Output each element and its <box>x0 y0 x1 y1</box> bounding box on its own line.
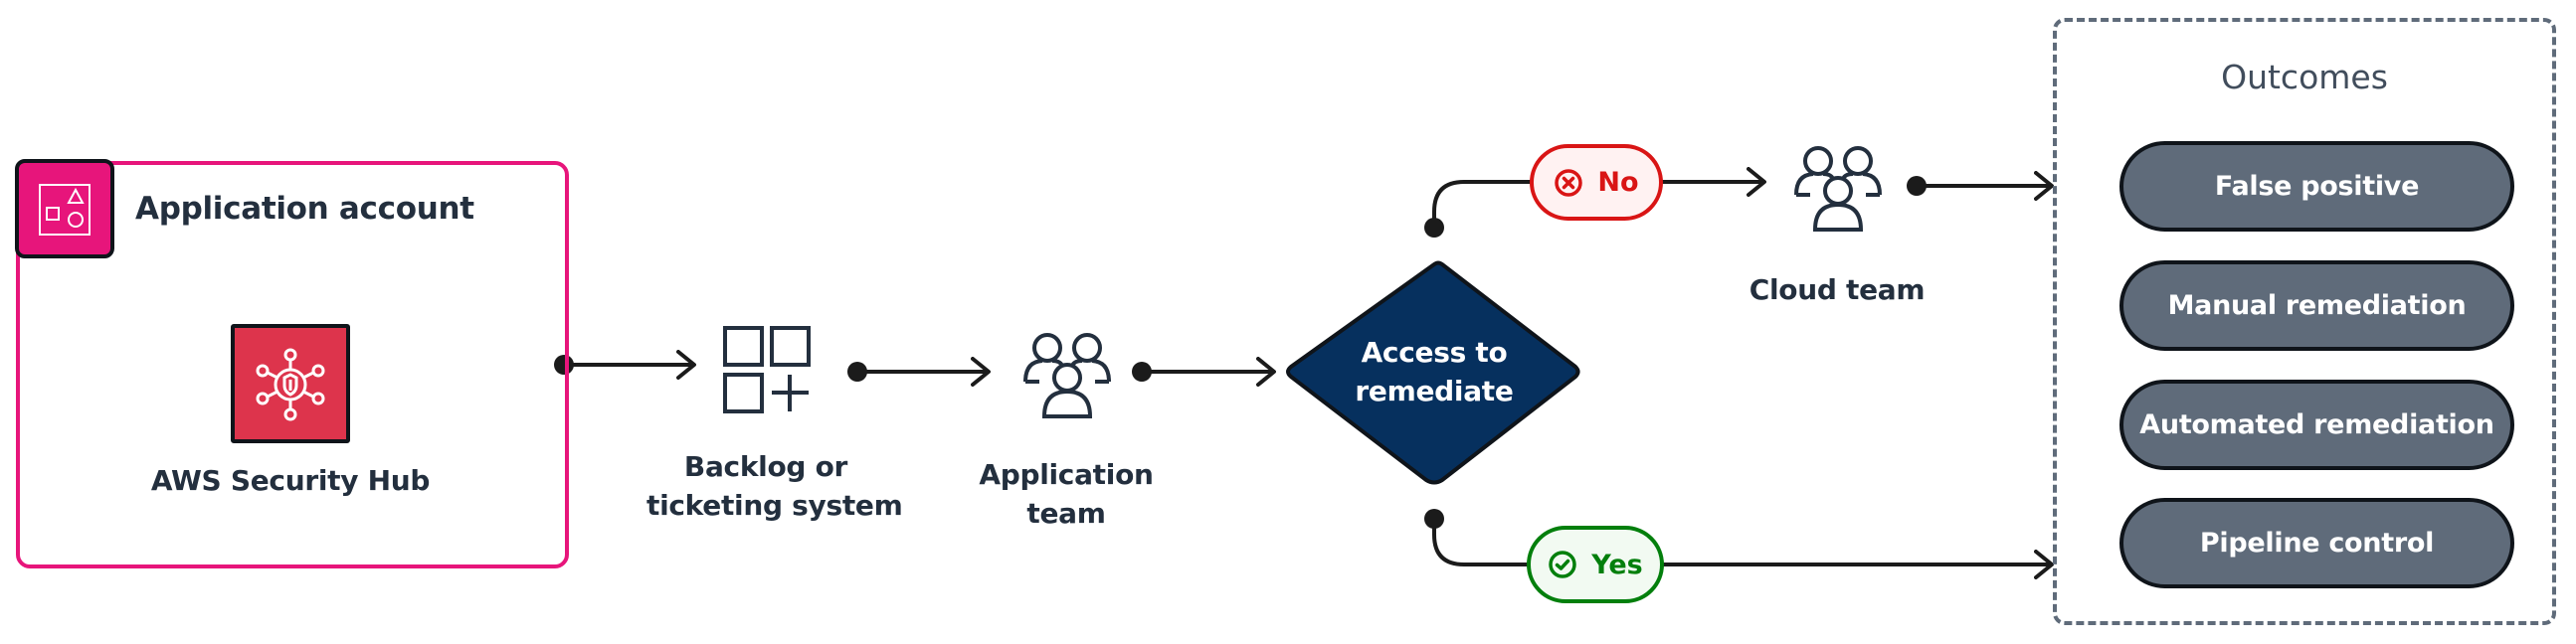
application-team-label-line1: Application <box>979 458 1154 491</box>
security-hub-icon <box>231 324 350 443</box>
outcome-automated-remediation: Automated remediation <box>2119 380 2514 470</box>
backlog-grid-icon <box>723 326 811 413</box>
connector-decision-yes <box>1424 509 2054 579</box>
outcome-pipeline-control: Pipeline control <box>2119 498 2514 588</box>
yes-branch-badge: Yes <box>1527 526 1664 603</box>
connector-backlog-to-app-team <box>847 357 991 387</box>
application-team-icon <box>1022 332 1112 419</box>
check-circle-icon <box>1549 551 1577 578</box>
outcomes-title: Outcomes <box>2221 58 2388 96</box>
no-branch-badge: No <box>1530 144 1663 221</box>
backlog-label-line2: ticketing system <box>646 489 903 522</box>
no-branch-label: No <box>1597 167 1639 198</box>
decision-label-line2: remediate <box>1355 375 1514 407</box>
application-team-label-line2: team <box>1026 497 1106 530</box>
outcome-false-positive: False positive <box>2119 141 2514 232</box>
connector-app-team-to-decision <box>1132 357 1276 387</box>
connector-account-to-backlog <box>554 350 696 380</box>
connector-cloud-team-to-outcomes <box>1907 171 2054 201</box>
decision-label: Access to remediate <box>1335 333 1534 410</box>
cloud-team-label: Cloud team <box>1748 273 1926 306</box>
application-account-title: Application account <box>135 191 474 227</box>
x-circle-icon <box>1555 168 1583 197</box>
backlog-label: Backlog or ticketing system <box>646 447 903 525</box>
application-team-label: Application team <box>947 455 1186 533</box>
yes-branch-label: Yes <box>1591 549 1643 580</box>
backlog-label-line1: Backlog or <box>683 450 848 483</box>
account-group-icon <box>15 159 114 258</box>
cloud-team-icon <box>1793 145 1883 233</box>
security-hub-label: AWS Security Hub <box>150 464 431 497</box>
outcome-manual-remediation: Manual remediation <box>2119 260 2514 351</box>
decision-label-line1: Access to <box>1361 336 1508 369</box>
